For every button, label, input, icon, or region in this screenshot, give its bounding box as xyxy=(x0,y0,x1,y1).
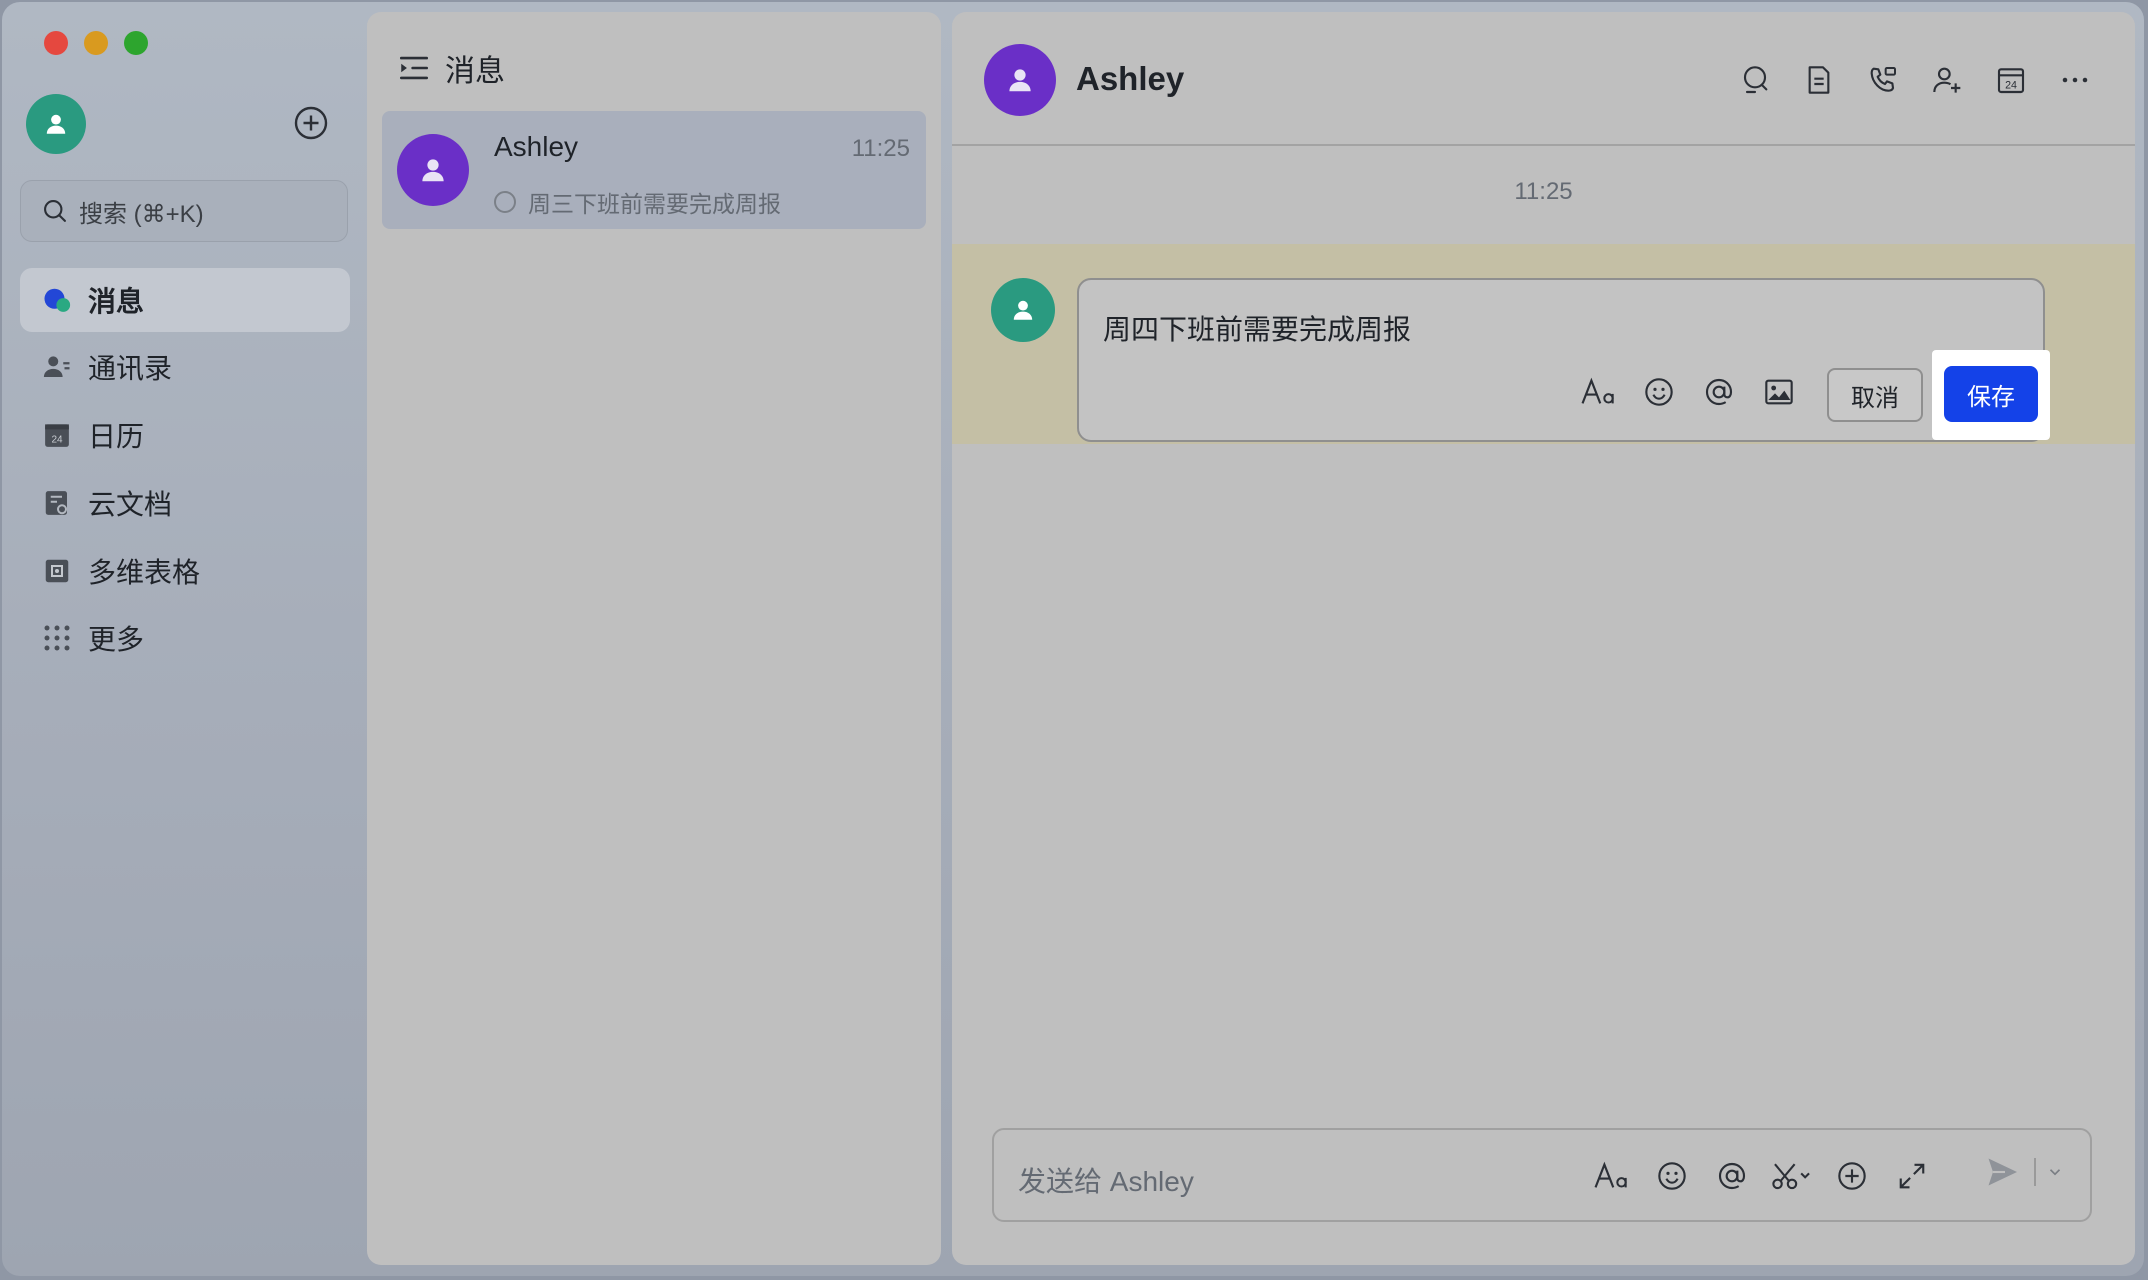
message-edit-box[interactable]: 周四下班前需要完成周报 取消 保存 xyxy=(1077,278,2050,442)
base-icon xyxy=(45,559,69,583)
chat-header-actions: 24 xyxy=(1723,52,2107,108)
user-avatar[interactable] xyxy=(26,94,86,154)
sidebar-item-label: 云文档 xyxy=(88,489,173,520)
expand-icon xyxy=(1899,1163,1925,1189)
close-window-button[interactable] xyxy=(44,31,68,55)
conversation-preview: 周三下班前需要完成周报 xyxy=(494,185,781,219)
emoji-icon xyxy=(1658,1162,1686,1190)
message-edit-row: 周四下班前需要完成周报 取消 保存 xyxy=(952,244,2135,444)
sender-avatar[interactable] xyxy=(991,278,1055,342)
sidebar-item-label: 更多 xyxy=(88,624,145,655)
text-format-button[interactable] xyxy=(1582,1154,1642,1198)
contacts-icon xyxy=(43,356,70,377)
chat-panel: Ashley 24 11:25 周四下班前需要完成周报 取消 保存 发送给 As… xyxy=(952,12,2135,1265)
emoji-button[interactable] xyxy=(1642,1154,1702,1198)
conversation-name: Ashley xyxy=(494,131,579,162)
minimize-window-button[interactable] xyxy=(84,31,108,55)
composer-input[interactable]: 发送给 Ashley xyxy=(1018,1160,1194,1200)
send-controls xyxy=(1984,1154,2064,1190)
conversation-list-header: 消息 xyxy=(397,46,505,90)
add-member-icon xyxy=(1933,67,1961,93)
message-composer[interactable]: 发送给 Ashley xyxy=(992,1128,2092,1222)
more-apps-icon xyxy=(44,625,70,651)
collapse-list-icon[interactable] xyxy=(397,51,431,85)
more-icon xyxy=(2062,77,2088,83)
mention-button[interactable] xyxy=(1702,1154,1762,1198)
call-icon xyxy=(1870,67,1896,92)
at-icon xyxy=(1718,1162,1746,1190)
at-icon xyxy=(1705,378,1733,406)
conversation-item-ashley[interactable]: Ashley 11:25 周三下班前需要完成周报 xyxy=(382,111,926,229)
text-format-button[interactable] xyxy=(1569,370,1629,414)
more-options-button[interactable] xyxy=(2043,52,2107,108)
call-button[interactable] xyxy=(1851,52,1915,108)
time-separator: 11:25 xyxy=(1514,178,1573,205)
sidebar-item-contacts[interactable]: 通讯录 xyxy=(20,335,350,399)
sidebar-item-messages[interactable]: 消息 xyxy=(20,268,350,332)
chat-contact-name[interactable]: Ashley xyxy=(1076,60,1184,98)
sidebar-item-base[interactable]: 多维表格 xyxy=(20,539,350,603)
sidebar-item-label: 多维表格 xyxy=(88,557,201,588)
sidebar-item-more[interactable]: 更多 xyxy=(20,606,350,670)
unread-status-icon xyxy=(494,191,516,213)
save-edit-button[interactable]: 保存 xyxy=(1944,366,2038,422)
document-icon xyxy=(1808,66,1830,94)
chevron-down-icon[interactable] xyxy=(2046,1163,2064,1181)
conversation-list-title: 消息 xyxy=(445,55,505,88)
messages-icon xyxy=(44,288,71,312)
chat-docs-button[interactable] xyxy=(1787,52,1851,108)
chat-header: Ashley 24 xyxy=(952,12,2135,146)
mention-button[interactable] xyxy=(1689,370,1749,414)
add-member-button[interactable] xyxy=(1915,52,1979,108)
docs-icon xyxy=(45,491,67,515)
sidebar-item-docs[interactable]: 云文档 xyxy=(20,471,350,535)
save-button-highlight: 保存 xyxy=(1932,350,2050,440)
zoom-window-button[interactable] xyxy=(124,31,148,55)
new-button[interactable] xyxy=(290,102,332,144)
person-icon xyxy=(46,114,66,134)
schedule-button[interactable]: 24 xyxy=(1979,52,2043,108)
text-format-icon xyxy=(1594,1161,1627,1188)
calendar-icon: 24 xyxy=(1997,68,2025,94)
app-window: 搜索 (⌘+K) 消息 通讯录 24 日历 云文档 多维表格 更多 消息 Ash… xyxy=(2,2,2144,1276)
person-icon xyxy=(1009,69,1031,92)
send-divider xyxy=(2034,1158,2036,1186)
person-icon xyxy=(422,159,444,182)
calendar-icon: 24 xyxy=(45,424,69,447)
search-input[interactable]: 搜索 (⌘+K) xyxy=(20,180,348,242)
emoji-icon xyxy=(1645,378,1673,406)
cancel-edit-button[interactable]: 取消 xyxy=(1827,368,1923,422)
contact-avatar xyxy=(397,134,469,206)
search-placeholder: 搜索 (⌘+K) xyxy=(79,200,204,228)
search-chat-button[interactable] xyxy=(1723,52,1787,108)
composer-toolbar xyxy=(1582,1154,1942,1198)
image-icon xyxy=(1765,379,1793,405)
chat-contact-avatar[interactable] xyxy=(984,44,1056,116)
expand-composer-button[interactable] xyxy=(1882,1154,1942,1198)
edit-toolbar xyxy=(1569,370,1809,414)
person-icon xyxy=(1013,300,1033,320)
search-icon xyxy=(1743,66,1768,94)
emoji-button[interactable] xyxy=(1629,370,1689,414)
image-button[interactable] xyxy=(1749,370,1809,414)
scissors-icon xyxy=(1772,1163,1810,1190)
sidebar-item-label: 日历 xyxy=(88,421,145,452)
plus-circle-icon xyxy=(294,106,328,140)
text-format-icon xyxy=(1581,377,1614,404)
svg-text:24: 24 xyxy=(51,435,63,446)
sidebar-item-label: 通讯录 xyxy=(88,353,173,384)
plus-circle-icon xyxy=(1838,1162,1866,1190)
sidebar-item-label: 消息 xyxy=(88,286,145,317)
conversation-list-panel: 消息 Ashley 11:25 周三下班前需要完成周报 xyxy=(367,12,941,1265)
svg-text:24: 24 xyxy=(2005,80,2017,92)
conversation-time: 11:25 xyxy=(851,135,910,162)
search-icon xyxy=(44,200,66,222)
add-attachment-button[interactable] xyxy=(1822,1154,1882,1198)
screenshot-button[interactable] xyxy=(1762,1154,1822,1198)
send-icon[interactable] xyxy=(1984,1154,2020,1190)
conversation-preview-text: 周三下班前需要完成周报 xyxy=(528,191,781,217)
edit-message-input[interactable]: 周四下班前需要完成周报 xyxy=(1103,308,1411,348)
sidebar-item-calendar[interactable]: 24 日历 xyxy=(20,403,350,467)
